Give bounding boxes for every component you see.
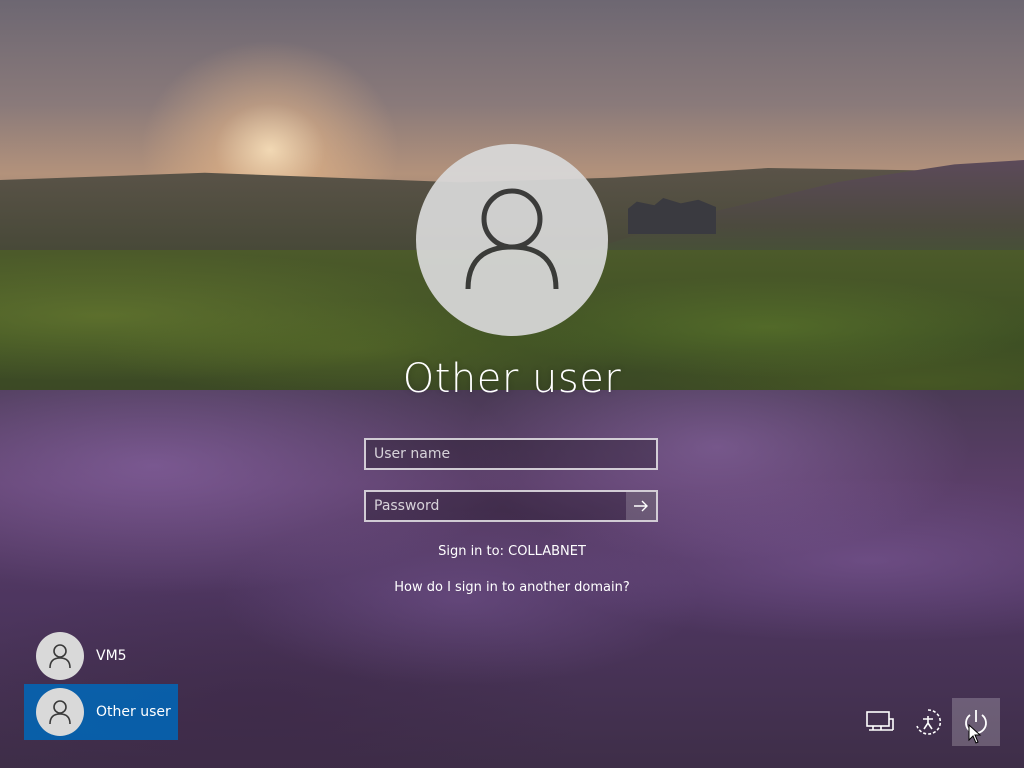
user-list-label: Other user <box>96 704 171 720</box>
avatar <box>36 688 84 736</box>
user-avatar-large <box>416 144 608 336</box>
sign-in-domain-text: Sign in to: COLLABNET <box>438 544 586 559</box>
user-list-label: VM5 <box>96 648 127 664</box>
user-silhouette-icon <box>465 188 559 290</box>
user-silhouette-icon <box>49 644 71 669</box>
password-field-wrapper <box>364 490 658 522</box>
password-input[interactable] <box>366 492 656 520</box>
distant-house <box>628 198 716 234</box>
selected-user-name: Other user <box>402 356 622 402</box>
network-button[interactable] <box>856 698 904 746</box>
submit-button[interactable] <box>626 492 656 520</box>
username-input[interactable] <box>366 440 656 468</box>
user-list-item-other-user[interactable]: Other user <box>24 684 178 740</box>
avatar <box>36 632 84 680</box>
other-domain-help-link[interactable]: How do I sign in to another domain? <box>312 580 712 595</box>
arrow-right-icon <box>634 500 648 512</box>
user-list-item-vm5[interactable]: VM5 <box>24 628 178 684</box>
user-silhouette-icon <box>49 700 71 725</box>
ease-of-access-icon <box>916 709 942 735</box>
mouse-cursor-icon <box>968 724 982 744</box>
network-icon <box>866 711 894 731</box>
ease-of-access-button[interactable] <box>904 698 952 746</box>
username-field-wrapper <box>364 438 658 470</box>
